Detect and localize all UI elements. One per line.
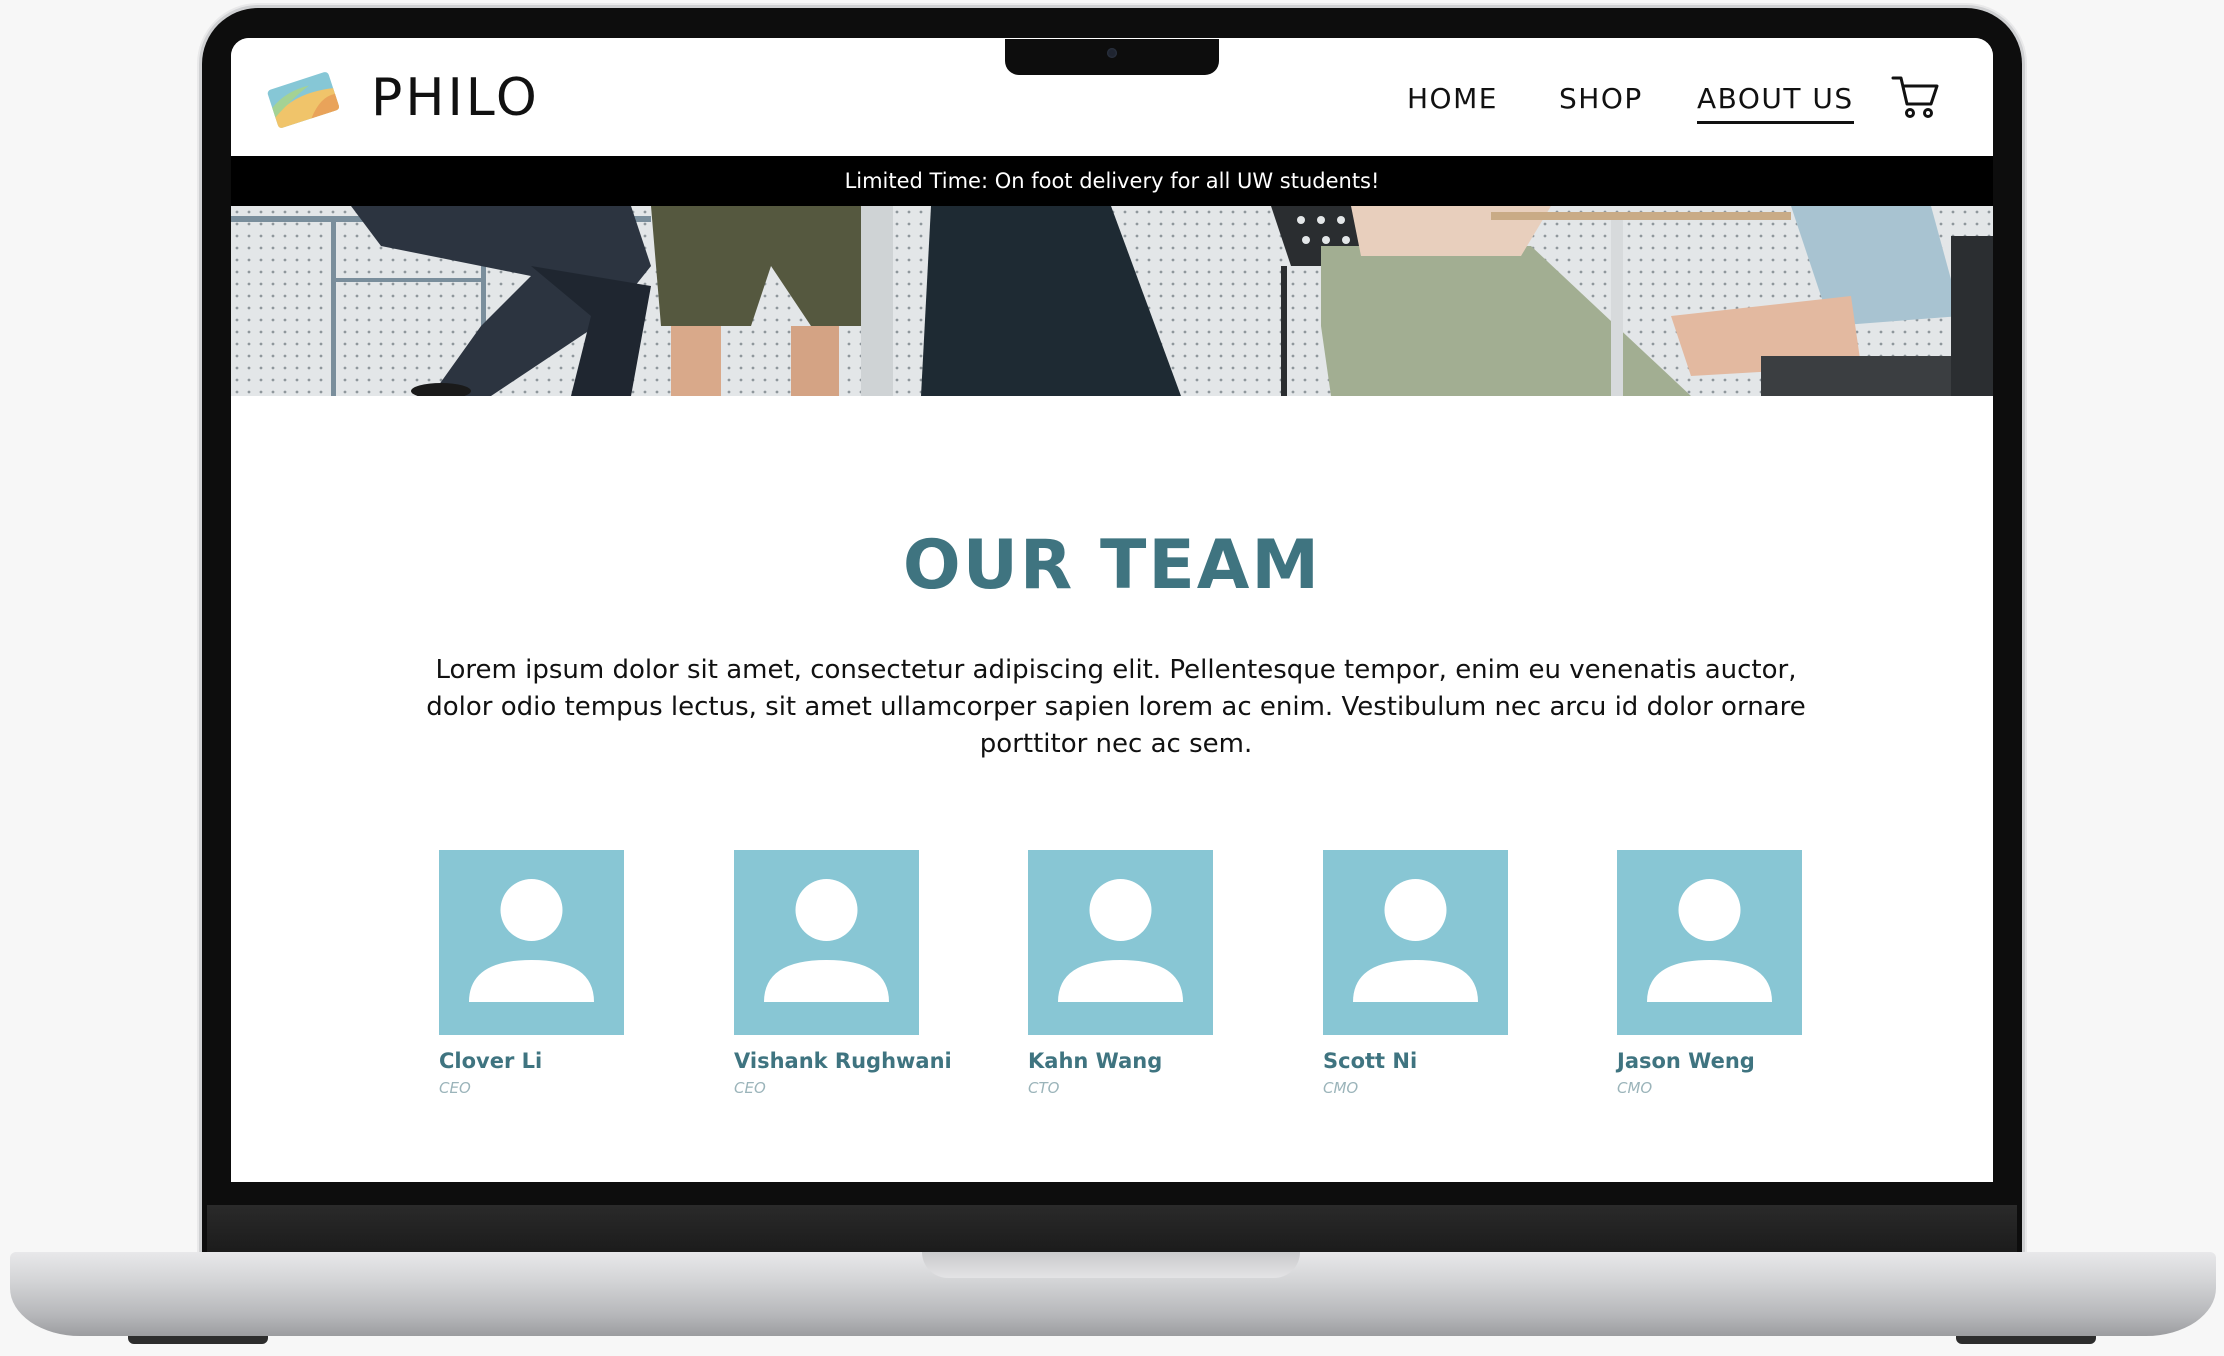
team-intro: Lorem ipsum dolor sit amet, consectetur … [426,655,1806,759]
member-name[interactable]: Vishank Rughwani [734,1049,1034,1073]
laptop-opening-notch [922,1252,1300,1278]
brand-name[interactable]: PHILO [371,68,540,128]
person-icon [1647,879,1772,1002]
team-title: OUR TEAM [902,526,1322,605]
website-screen: PHILO HOME SHOP ABOUT US Limited Time: O… [231,38,1993,1182]
team-member-card[interactable]: Jason Weng CMO [1617,850,1917,1097]
member-role: CEO [734,1079,766,1097]
laptop-foot-right [1956,1336,2096,1344]
laptop-bezel [207,1205,2017,1257]
nav-about-us[interactable]: ABOUT US [1697,82,1854,124]
member-avatar [1028,850,1213,1035]
team-member-card[interactable]: Vishank Rughwani CEO [734,850,1034,1097]
hero-image [231,206,1993,396]
member-role: CMO [1617,1079,1653,1097]
member-name[interactable]: Jason Weng [1617,1049,1917,1073]
member-role: CEO [439,1079,471,1097]
laptop-foot-left [128,1336,268,1344]
card-logo-icon[interactable] [265,68,341,130]
member-name[interactable]: Scott Ni [1323,1049,1623,1073]
member-name[interactable]: Clover Li [439,1049,739,1073]
member-avatar [734,850,919,1035]
person-icon [469,879,594,1002]
person-icon [764,879,889,1002]
member-role: CMO [1323,1079,1359,1097]
promo-banner: Limited Time: On foot delivery for all U… [231,156,1993,206]
camera-icon [1107,48,1117,58]
member-name[interactable]: Kahn Wang [1028,1049,1328,1073]
team-member-card[interactable]: Scott Ni CMO [1323,850,1623,1097]
nav-shop[interactable]: SHOP [1559,82,1643,115]
nav-home[interactable]: HOME [1407,82,1498,115]
person-icon [1058,879,1183,1002]
team-member-card[interactable]: Kahn Wang CTO [1028,850,1328,1097]
shopping-cart-icon[interactable] [1891,74,1941,120]
member-avatar [1617,850,1802,1035]
camera-notch [1005,39,1219,75]
member-avatar [439,850,624,1035]
member-role: CTO [1028,1079,1060,1097]
member-avatar [1323,850,1508,1035]
person-icon [1353,879,1478,1002]
team-member-card[interactable]: Clover Li CEO [439,850,739,1097]
